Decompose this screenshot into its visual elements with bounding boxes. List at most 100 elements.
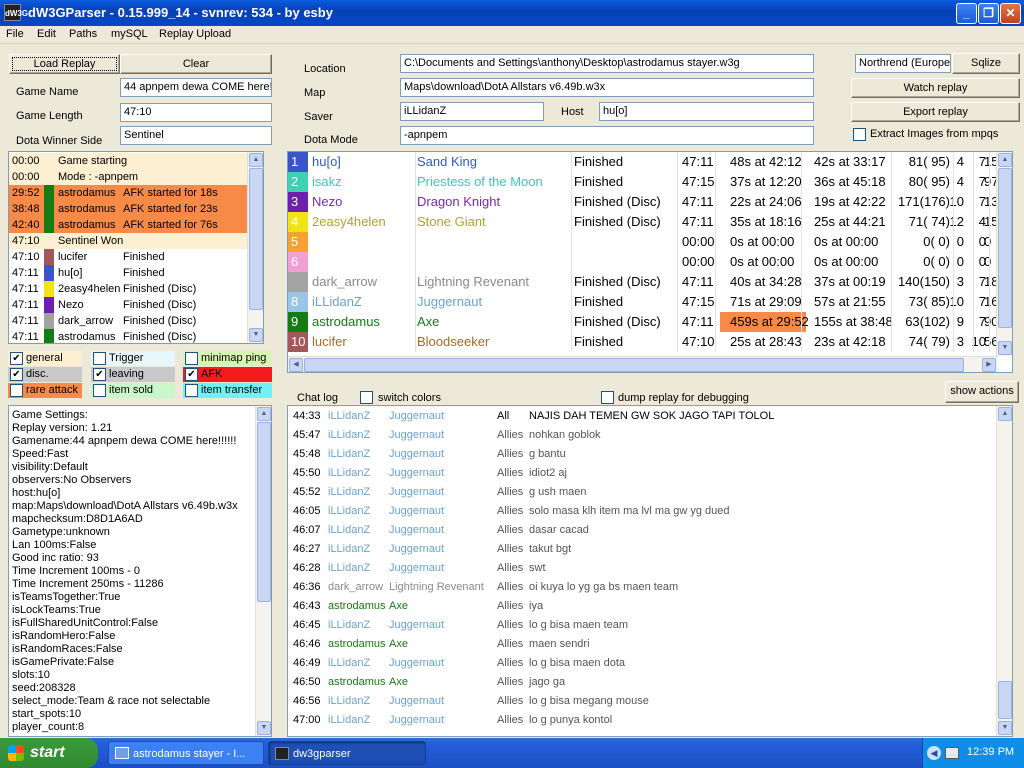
player-row[interactable]: 2 isakz Priestess of the Moon Finished 4… [288,172,1000,192]
chat-row[interactable]: 46:49 iLLidanZ Juggernaut Allies lo g bi… [288,654,988,673]
clear-button[interactable]: Clear [120,54,272,74]
event-row[interactable]: 47:11 dark_arrow Finished (Disc) [9,313,255,329]
scroll-thumb[interactable] [257,422,271,602]
load-replay-button[interactable]: Load Replay [9,54,120,74]
chat-row[interactable]: 46:28 iLLidanZ Juggernaut Allies swt [288,559,988,578]
dump-replay-checkbox[interactable] [601,391,614,404]
event-row[interactable]: 42:40 astrodamus AFK started for 76s [9,217,255,233]
location-field[interactable]: C:\Documents and Settings\anthony\Deskto… [400,54,814,73]
player-row[interactable]: 4 2easy4helen Stone Giant Finished (Disc… [288,212,1000,232]
chat-row[interactable]: 45:50 iLLidanZ Juggernaut Allies idiot2 … [288,464,988,483]
filter-trigger[interactable]: Trigger [91,351,175,366]
player-row[interactable]: dark_arrow Lightning Revenant Finished (… [288,272,1000,292]
scroll-right-icon[interactable]: ▶ [982,358,996,372]
filter-disc[interactable]: ✔ disc. [8,367,82,382]
realm-field[interactable]: Northrend (Europe) [855,54,951,73]
event-row[interactable]: 38:48 astrodamus AFK started for 23s [9,201,255,217]
event-row[interactable]: 47:11 astrodamus Finished (Disc) [9,329,255,343]
event-row[interactable]: 47:10 Sentinel Won [9,233,255,249]
chat-row[interactable]: 46:50 astrodamus Axe Allies jago ga [288,673,988,692]
player-row[interactable]: 5 00:00 0s at 00:00 0s at 00:00 0( 0) 0 … [288,232,1000,252]
sqlize-button[interactable]: Sqlize [952,53,1020,74]
player-row[interactable]: 9 astrodamus Axe Finished (Disc) 47:11 4… [288,312,1000,332]
export-replay-button[interactable]: Export replay [851,102,1020,122]
filter-checkbox[interactable]: ✔ [185,368,198,381]
chat-row[interactable]: 46:43 astrodamus Axe Allies iya [288,597,988,616]
menu-paths[interactable]: Paths [69,28,97,40]
players-table[interactable]: 1 hu[o] Sand King Finished 47:11 48s at … [287,151,1013,373]
host-field[interactable]: hu[o] [599,102,814,121]
filter-checkbox[interactable] [185,352,198,365]
watch-replay-button[interactable]: Watch replay [851,78,1020,98]
scroll-up-icon[interactable]: ▲ [998,153,1012,167]
players-hscrollbar[interactable]: ◀ ▶ [288,356,998,372]
chat-log[interactable]: 44:33 iLLidanZ Juggernaut All NAJIS DAH … [287,405,1013,737]
extract-images-checkbox[interactable] [853,128,866,141]
game-length-field[interactable]: 47:10 [120,103,272,122]
dota-mode-field[interactable]: -apnpem [400,126,814,145]
menu-file[interactable]: File [6,28,24,40]
menu-edit[interactable]: Edit [37,28,56,40]
event-row[interactable]: 29:52 astrodamus AFK started for 18s [9,185,255,201]
filter-item-transfer[interactable]: item transfer [183,383,272,398]
menu-mysql[interactable]: mySQL [111,28,148,40]
map-field[interactable]: Maps\download\DotA Allstars v6.49b.w3x [400,78,814,97]
saver-field[interactable]: iLLidanZ [400,102,544,121]
show-hidden-icons-icon[interactable]: ◀ [927,746,941,760]
filter-leaving[interactable]: ✔ leaving [91,367,175,382]
scroll-down-icon[interactable]: ▼ [998,721,1012,735]
scroll-up-icon[interactable]: ▲ [998,407,1012,421]
scroll-thumb[interactable] [998,168,1012,328]
filter-checkbox[interactable] [10,384,23,397]
event-row[interactable]: 47:10 lucifer Finished [9,249,255,265]
chat-row[interactable]: 47:00 iLLidanZ Juggernaut Allies lo g pu… [288,711,988,730]
menu-replay-upload[interactable]: Replay Upload [159,28,231,40]
winner-side-field[interactable]: Sentinel [120,126,272,145]
player-row[interactable]: 1 hu[o] Sand King Finished 47:11 48s at … [288,152,1000,172]
scroll-down-icon[interactable]: ▼ [257,721,271,735]
filter-checkbox[interactable] [93,352,106,365]
chat-row[interactable]: 45:47 iLLidanZ Juggernaut Allies nohkan … [288,426,988,445]
chat-row[interactable]: 44:33 iLLidanZ Juggernaut All NAJIS DAH … [288,407,988,426]
event-row[interactable]: 47:11 hu[o] Finished [9,265,255,281]
network-icon[interactable] [945,747,959,759]
scroll-up-icon[interactable]: ▲ [257,407,271,421]
events-list[interactable]: 00:00 Game starting 00:00 Mode : -apnpem… [8,151,264,344]
filter-checkbox[interactable] [185,384,198,397]
switch-colors-checkbox[interactable] [360,391,373,404]
start-button[interactable]: start [0,738,98,768]
filter-item-sold[interactable]: item sold [91,383,175,398]
game-name-field[interactable]: 44 apnpem dewa COME here!!!!!! [120,78,272,97]
event-row[interactable]: 00:00 Game starting [9,153,255,169]
chat-row[interactable]: 46:27 iLLidanZ Juggernaut Allies takut b… [288,540,988,559]
scroll-up-icon[interactable]: ▲ [249,153,263,167]
show-actions-button[interactable]: show actions [945,381,1019,403]
filter-checkbox[interactable]: ✔ [10,352,23,365]
player-row[interactable]: 10 lucifer Bloodseeker Finished 47:10 25… [288,332,1000,352]
title-bar[interactable]: dW3G dW3GParser - 0.15.999_14 - svnrev: … [0,0,1024,26]
filter-checkbox[interactable]: ✔ [93,368,106,381]
chat-scrollbar[interactable]: ▲ ▼ [996,406,1012,736]
event-row[interactable]: 00:00 Mode : -apnpem [9,169,255,185]
player-row[interactable]: 6 00:00 0s at 00:00 0s at 00:00 0( 0) 0 … [288,252,1000,272]
filter-afk[interactable]: ✔ AFK [183,367,272,382]
minimize-button[interactable]: _ [956,3,977,24]
scroll-left-icon[interactable]: ◀ [289,358,303,372]
clock[interactable]: 12:39 PM [967,746,1014,758]
scroll-down-icon[interactable]: ▼ [249,328,263,342]
task-dw3gparser[interactable]: dw3gparser [268,741,426,765]
scroll-down-icon[interactable]: ▼ [998,341,1012,355]
event-row[interactable]: 47:11 2easy4helen Finished (Disc) [9,281,255,297]
chat-row[interactable]: 46:05 iLLidanZ Juggernaut Allies solo ma… [288,502,988,521]
scroll-thumb[interactable] [249,168,263,310]
chat-row[interactable]: 46:45 iLLidanZ Juggernaut Allies lo g bi… [288,616,988,635]
filter-rare-attack[interactable]: rare attack [8,383,82,398]
close-button[interactable]: ✕ [1000,3,1021,24]
players-vscrollbar[interactable]: ▲ ▼ [996,152,1012,356]
chat-row[interactable]: 46:07 iLLidanZ Juggernaut Allies dasar c… [288,521,988,540]
task-explorer[interactable]: astrodamus stayer - I... [108,741,264,765]
filter-checkbox[interactable]: ✔ [10,368,23,381]
game-settings-text[interactable]: Game Settings: Replay version: 1.21 Gamena… [8,405,272,737]
settings-scrollbar[interactable]: ▲ ▼ [255,406,271,736]
scroll-thumb[interactable] [304,358,964,372]
